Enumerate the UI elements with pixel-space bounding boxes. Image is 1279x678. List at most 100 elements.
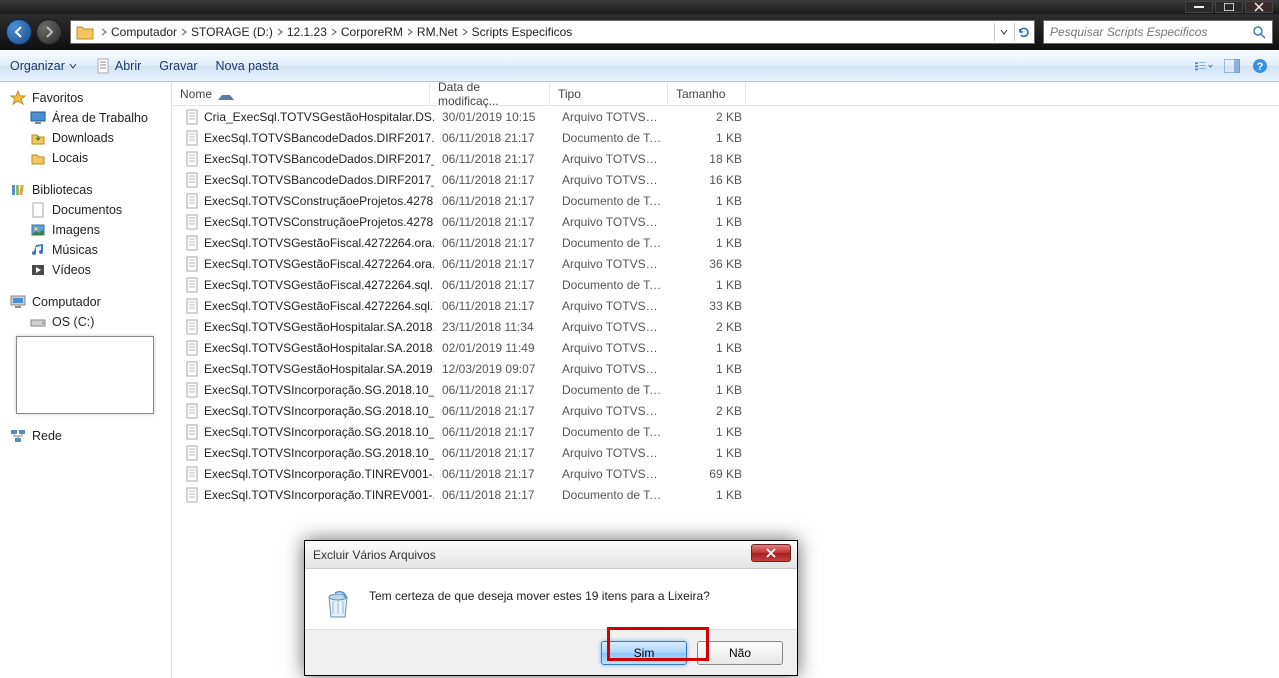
back-button[interactable] [6, 19, 32, 45]
search-input[interactable] [1050, 25, 1252, 39]
preview-pane-button[interactable] [1223, 57, 1241, 75]
breadcrumb-item[interactable]: RM.Net [415, 25, 460, 39]
column-headers: Nome Data de modificaç... Tipo Tamanho [172, 82, 1279, 106]
video-icon [30, 262, 46, 278]
view-options-button[interactable] [1195, 57, 1213, 75]
svg-text:?: ? [1257, 61, 1264, 73]
sidebar-item-documents[interactable]: Documentos [0, 200, 171, 220]
sidebar-libraries[interactable]: Bibliotecas [0, 180, 171, 200]
file-icon [184, 466, 200, 482]
file-icon [184, 151, 200, 167]
file-icon [184, 424, 200, 440]
pictures-icon [30, 222, 46, 238]
drive-icon [30, 314, 46, 330]
breadcrumb-item[interactable]: 12.1.23 [285, 25, 329, 39]
sidebar-computer[interactable]: Computador [0, 292, 171, 312]
file-row[interactable]: Cria_ExecSql.TOTVSGestãoHospitalar.DS...… [172, 106, 1279, 127]
navigation-bar: Computador STORAGE (D:) 12.1.23 CorporeR… [0, 14, 1279, 50]
file-row[interactable]: ExecSql.TOTVSIncorporação.TINREV001-...0… [172, 484, 1279, 505]
sidebar-item-places[interactable]: Locais [0, 148, 171, 168]
folder-icon [75, 22, 95, 42]
dialog-yes-button[interactable]: Sim [601, 641, 687, 665]
navigation-sidebar: Favoritos Área de Trabalho Downloads Loc… [0, 82, 172, 678]
file-icon [184, 319, 200, 335]
file-row[interactable]: ExecSql.TOTVSIncorporação.SG.2018.10_...… [172, 400, 1279, 421]
sidebar-favorites[interactable]: Favoritos [0, 88, 171, 108]
dialog-title-text: Excluir Vários Arquivos [313, 548, 436, 562]
sidebar-preview-pane [16, 336, 154, 414]
file-icon [184, 235, 200, 251]
window-close-button[interactable] [1245, 1, 1273, 13]
file-row[interactable]: ExecSql.TOTVSConstruçãoeProjetos.4278...… [172, 190, 1279, 211]
sidebar-network[interactable]: Rede [0, 426, 171, 446]
file-row[interactable]: ExecSql.TOTVSGestãoFiscal.4272264.ora.s.… [172, 253, 1279, 274]
file-row[interactable]: ExecSql.TOTVSGestãoFiscal.4272264.sql.L.… [172, 274, 1279, 295]
star-icon [10, 90, 26, 106]
file-row[interactable]: ExecSql.TOTVSIncorporação.TINREV001-...0… [172, 463, 1279, 484]
file-icon [184, 487, 200, 503]
open-button[interactable]: Abrir [95, 58, 141, 74]
column-header-size[interactable]: Tamanho [668, 82, 746, 105]
delete-confirm-dialog: Excluir Vários Arquivos Tem certeza de q… [304, 540, 798, 676]
library-icon [10, 182, 26, 198]
forward-button[interactable] [36, 19, 62, 45]
file-icon [184, 214, 200, 230]
file-icon [184, 130, 200, 146]
document-icon [95, 58, 111, 74]
documents-icon [30, 202, 46, 218]
sidebar-item-drive-c[interactable]: OS (C:) [0, 312, 171, 332]
window-titlebar [0, 0, 1279, 14]
file-row[interactable]: ExecSql.TOTVSBancodeDados.DIRF2017_...06… [172, 148, 1279, 169]
file-icon [184, 403, 200, 419]
file-row[interactable]: ExecSql.TOTVSIncorporação.SG.2018.10_...… [172, 442, 1279, 463]
sidebar-item-downloads[interactable]: Downloads [0, 128, 171, 148]
organize-button[interactable]: Organizar [10, 59, 77, 73]
sidebar-label: Bibliotecas [32, 183, 92, 197]
chevron-right-icon [460, 27, 470, 37]
sidebar-label: Rede [32, 429, 62, 443]
file-row[interactable]: ExecSql.TOTVSConstruçãoeProjetos.4278...… [172, 211, 1279, 232]
breadcrumb-item[interactable]: CorporeRM [339, 25, 405, 39]
breadcrumb-item[interactable]: STORAGE (D:) [189, 25, 275, 39]
file-row[interactable]: ExecSql.TOTVSIncorporação.SG.2018.10_...… [172, 421, 1279, 442]
file-icon [184, 172, 200, 188]
file-icon [184, 109, 200, 125]
dialog-close-button[interactable] [751, 544, 791, 562]
column-header-name[interactable]: Nome [172, 82, 430, 105]
sidebar-item-videos[interactable]: Vídeos [0, 260, 171, 280]
breadcrumb-item[interactable]: Scripts Especificos [470, 25, 575, 39]
chevron-right-icon [405, 27, 415, 37]
column-header-type[interactable]: Tipo [550, 82, 668, 105]
breadcrumb-item[interactable]: Computador [109, 25, 179, 39]
sidebar-item-pictures[interactable]: Imagens [0, 220, 171, 240]
sidebar-item-music[interactable]: Músicas [0, 240, 171, 260]
address-bar[interactable]: Computador STORAGE (D:) 12.1.23 CorporeR… [70, 20, 1035, 44]
places-icon [30, 150, 46, 166]
window-minimize-button[interactable] [1185, 1, 1213, 13]
download-icon [30, 130, 46, 146]
search-box[interactable] [1043, 20, 1273, 44]
window-maximize-button[interactable] [1215, 1, 1243, 13]
file-row[interactable]: ExecSql.TOTVSGestãoFiscal.4272264.ora...… [172, 232, 1279, 253]
file-row[interactable]: ExecSql.TOTVSGestãoHospitalar.SA.2018...… [172, 337, 1279, 358]
burn-button[interactable]: Gravar [159, 59, 197, 73]
file-icon [184, 361, 200, 377]
column-header-date[interactable]: Data de modificaç... [430, 82, 550, 105]
address-dropdown-button[interactable] [994, 23, 1012, 41]
refresh-button[interactable] [1014, 23, 1032, 41]
chevron-right-icon [329, 27, 339, 37]
file-row[interactable]: ExecSql.TOTVSGestãoHospitalar.SA.2018...… [172, 316, 1279, 337]
sidebar-label: Computador [32, 295, 101, 309]
file-row[interactable]: ExecSql.TOTVSBancodeDados.DIRF2017.L...0… [172, 127, 1279, 148]
file-row[interactable]: ExecSql.TOTVSBancodeDados.DIRF2017_...06… [172, 169, 1279, 190]
file-row[interactable]: ExecSql.TOTVSIncorporação.SG.2018.10_...… [172, 379, 1279, 400]
search-icon [1252, 25, 1266, 39]
sidebar-item-desktop[interactable]: Área de Trabalho [0, 108, 171, 128]
dialog-no-button[interactable]: Não [697, 641, 783, 665]
computer-icon [10, 294, 26, 310]
new-folder-button[interactable]: Nova pasta [216, 59, 279, 73]
file-row[interactable]: ExecSql.TOTVSGestãoFiscal.4272264.sql.T.… [172, 295, 1279, 316]
chevron-right-icon [179, 27, 189, 37]
file-row[interactable]: ExecSql.TOTVSGestãoHospitalar.SA.2019...… [172, 358, 1279, 379]
help-button[interactable]: ? [1251, 57, 1269, 75]
